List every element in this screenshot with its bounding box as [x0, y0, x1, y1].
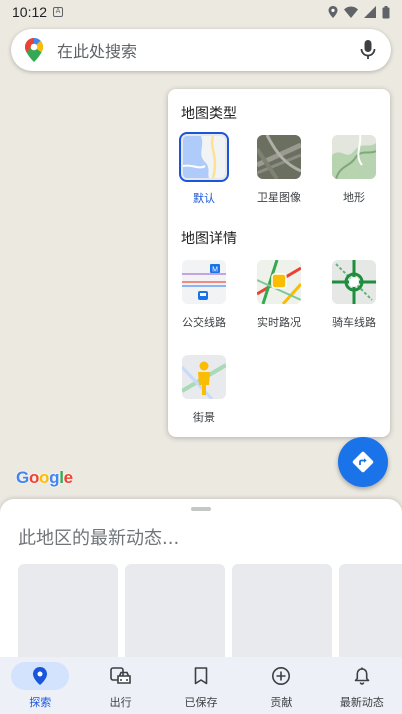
- status-bar: 10:12 A: [0, 0, 402, 24]
- battery-icon: [382, 5, 390, 18]
- update-card[interactable]: [125, 564, 225, 657]
- update-card[interactable]: [18, 564, 118, 657]
- bookmark-icon: [194, 667, 208, 685]
- notification-icon: A: [53, 7, 64, 17]
- nav-label: 贡献: [270, 696, 293, 709]
- map-detail-biking[interactable]: 骑车线路: [329, 260, 379, 330]
- nav-label: 最新动态: [339, 696, 384, 709]
- map-detail-label: 公交线路: [182, 316, 226, 329]
- nav-updates[interactable]: 最新动态: [322, 657, 402, 714]
- default-map-icon: [183, 136, 225, 178]
- map-type-default[interactable]: 默认: [179, 132, 229, 206]
- svg-text:M: M: [212, 267, 218, 274]
- biking-icon: [332, 260, 376, 304]
- map-detail-traffic[interactable]: 实时路况: [254, 260, 304, 330]
- map-details-title: 地图详情: [181, 231, 237, 247]
- map-detail-label: 实时路况: [257, 316, 301, 329]
- map-type-satellite[interactable]: 卫星图像: [254, 135, 304, 205]
- map-detail-label: 骑车线路: [332, 316, 376, 329]
- map-layers-panel: 地图类型 默认 卫星图像 地形 地图详情 M 公交线路 实时路况 骑车线路 街景: [168, 89, 390, 437]
- nav-label: 探索: [29, 696, 52, 709]
- google-maps-pin-icon: [25, 38, 43, 62]
- directions-icon: [352, 451, 374, 473]
- map-detail-transit[interactable]: M 公交线路: [179, 260, 229, 330]
- commute-icon: [109, 667, 131, 684]
- nav-explore[interactable]: 探索: [0, 657, 80, 714]
- directions-button[interactable]: [338, 437, 388, 487]
- add-circle-icon: [272, 667, 291, 685]
- nav-label: 已保存: [184, 696, 218, 709]
- location-icon: [328, 6, 338, 18]
- bell-icon: [354, 667, 370, 685]
- transit-icon: M: [182, 260, 226, 304]
- traffic-icon: [257, 260, 301, 304]
- map-type-label: 地形: [343, 191, 365, 204]
- status-icons: [328, 5, 390, 19]
- map-type-terrain[interactable]: 地形: [329, 135, 379, 205]
- nav-saved[interactable]: 已保存: [161, 657, 241, 714]
- wifi-icon: [344, 6, 358, 18]
- google-logo: Google: [16, 468, 73, 487]
- signal-icon: [364, 6, 376, 18]
- bottom-navigation: 探索 出行 已保存 贡献 最新动态: [0, 657, 402, 714]
- map-type-label: 卫星图像: [257, 191, 301, 204]
- nav-label: 出行: [109, 696, 132, 709]
- update-card[interactable]: [232, 564, 332, 657]
- sheet-title: 此地区的最新动态...: [18, 528, 180, 549]
- nav-contribute[interactable]: 贡献: [241, 657, 321, 714]
- latest-updates-sheet[interactable]: 此地区的最新动态...: [0, 499, 402, 657]
- microphone-icon[interactable]: [359, 38, 377, 62]
- sheet-drag-handle[interactable]: [191, 507, 211, 511]
- map-detail-street-view[interactable]: 街景: [179, 355, 229, 425]
- terrain-map-icon: [332, 135, 376, 179]
- map-type-label: 默认: [193, 192, 215, 205]
- map-detail-label: 街景: [193, 411, 215, 424]
- nav-commute[interactable]: 出行: [80, 657, 160, 714]
- search-input[interactable]: 在此处搜索: [57, 38, 359, 62]
- map-type-title: 地图类型: [181, 106, 237, 122]
- street-view-icon: [182, 355, 226, 399]
- search-bar[interactable]: 在此处搜索: [11, 29, 391, 71]
- satellite-map-icon: [257, 135, 301, 179]
- status-time: 10:12: [12, 4, 48, 20]
- explore-pin-icon: [33, 667, 48, 685]
- update-card[interactable]: [339, 564, 402, 657]
